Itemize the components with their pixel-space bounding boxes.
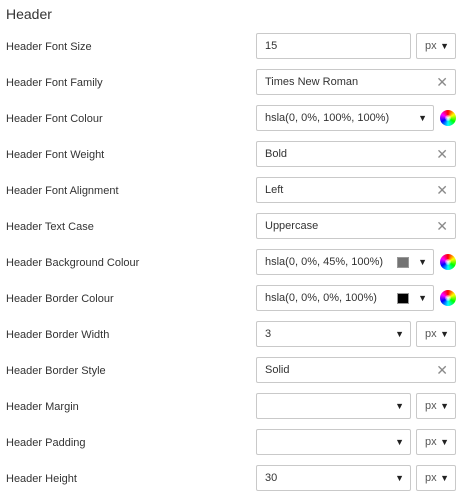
header-background-colour-value: hsla(0, 0%, 45%, 100%) — [265, 256, 384, 268]
header-border-width-select[interactable]: 3 ▼ — [256, 321, 411, 347]
header-font-family-value: Times New Roman — [265, 76, 359, 88]
header-margin-select[interactable]: ▼ — [256, 393, 411, 419]
color-wheel-icon[interactable] — [440, 110, 456, 126]
header-background-colour-label: Header Background Colour — [6, 257, 140, 269]
header-border-style-value: Solid — [265, 364, 290, 376]
header-border-colour-value: hsla(0, 0%, 0%, 100%) — [265, 292, 377, 304]
row-header-border-colour: Header Border Colour hsla(0, 0%, 0%, 100… — [0, 285, 465, 313]
header-background-colour-select[interactable]: hsla(0, 0%, 45%, 100%) ▼ — [256, 249, 434, 275]
chevron-down-icon: ▼ — [418, 293, 427, 303]
header-height-label: Header Height — [6, 473, 77, 485]
header-text-case-value: Uppercase — [265, 220, 319, 232]
row-header-margin: Header Margin ▼ px ▼ — [0, 393, 465, 421]
header-text-case-input[interactable]: Uppercase ✕ — [256, 213, 456, 239]
row-header-height: Header Height 30 ▼ px ▼ — [0, 465, 465, 493]
row-header-font-alignment: Header Font Alignment Left ✕ — [0, 177, 465, 205]
header-font-weight-label: Header Font Weight — [6, 149, 105, 161]
chevron-down-icon: ▼ — [440, 437, 449, 447]
color-swatch — [397, 293, 409, 304]
chevron-down-icon: ▼ — [395, 401, 404, 411]
clear-icon[interactable]: ✕ — [436, 358, 448, 382]
chevron-down-icon: ▼ — [395, 329, 404, 339]
header-padding-unit-select[interactable]: px ▼ — [416, 429, 456, 455]
row-header-border-style: Header Border Style Solid ✕ — [0, 357, 465, 385]
header-font-alignment-value: Left — [265, 184, 284, 196]
row-header-font-weight: Header Font Weight Bold ✕ — [0, 141, 465, 169]
header-font-weight-value: Bold — [265, 148, 288, 160]
header-font-family-label: Header Font Family — [6, 77, 103, 89]
header-margin-label: Header Margin — [6, 401, 79, 413]
header-text-case-label: Header Text Case — [6, 221, 94, 233]
header-font-colour-label: Header Font Colour — [6, 113, 103, 125]
header-border-width-unit-select[interactable]: px ▼ — [416, 321, 456, 347]
header-font-colour-select[interactable]: hsla(0, 0%, 100%, 100%) ▼ — [256, 105, 434, 131]
row-header-background-colour: Header Background Colour hsla(0, 0%, 45%… — [0, 249, 465, 277]
header-border-width-unit-value: px — [425, 328, 437, 340]
header-margin-unit-select[interactable]: px ▼ — [416, 393, 456, 419]
header-height-select[interactable]: 30 ▼ — [256, 465, 411, 491]
header-padding-label: Header Padding — [6, 437, 86, 449]
header-font-size-unit-value: px — [425, 40, 437, 52]
chevron-down-icon: ▼ — [440, 329, 449, 339]
header-font-size-unit-select[interactable]: px ▼ — [416, 33, 456, 59]
header-font-alignment-label: Header Font Alignment — [6, 185, 119, 197]
row-header-padding: Header Padding ▼ px ▼ — [0, 429, 465, 457]
clear-icon[interactable]: ✕ — [436, 178, 448, 202]
clear-icon[interactable]: ✕ — [436, 214, 448, 238]
header-font-alignment-input[interactable]: Left ✕ — [256, 177, 456, 203]
header-font-size-label: Header Font Size — [6, 41, 92, 53]
header-border-style-input[interactable]: Solid ✕ — [256, 357, 456, 383]
header-margin-unit-value: px — [425, 400, 437, 412]
row-header-font-colour: Header Font Colour hsla(0, 0%, 100%, 100… — [0, 105, 465, 133]
header-border-width-label: Header Border Width — [6, 329, 110, 341]
header-settings-panel: Header Header Font Size 15 px ▼ Header F… — [0, 0, 465, 497]
chevron-down-icon: ▼ — [440, 41, 449, 51]
chevron-down-icon: ▼ — [395, 473, 404, 483]
header-font-colour-value: hsla(0, 0%, 100%, 100%) — [265, 112, 390, 124]
row-header-border-width: Header Border Width 3 ▼ px ▼ — [0, 321, 465, 349]
header-border-colour-label: Header Border Colour — [6, 293, 114, 305]
header-height-value: 30 — [265, 472, 278, 484]
header-font-size-value: 15 — [265, 40, 278, 52]
color-wheel-icon[interactable] — [440, 254, 456, 270]
chevron-down-icon: ▼ — [440, 401, 449, 411]
header-padding-select[interactable]: ▼ — [256, 429, 411, 455]
header-font-family-input[interactable]: Times New Roman ✕ — [256, 69, 456, 95]
header-border-width-value: 3 — [265, 328, 272, 340]
clear-icon[interactable]: ✕ — [436, 142, 448, 166]
header-padding-unit-value: px — [425, 436, 437, 448]
chevron-down-icon: ▼ — [418, 113, 427, 123]
color-wheel-icon[interactable] — [440, 290, 456, 306]
header-height-unit-select[interactable]: px ▼ — [416, 465, 456, 491]
row-header-font-family: Header Font Family Times New Roman ✕ — [0, 69, 465, 97]
section-title: Header — [6, 6, 52, 22]
chevron-down-icon: ▼ — [440, 473, 449, 483]
clear-icon[interactable]: ✕ — [436, 70, 448, 94]
header-border-style-label: Header Border Style — [6, 365, 106, 377]
color-swatch — [397, 257, 409, 268]
chevron-down-icon: ▼ — [395, 437, 404, 447]
chevron-down-icon: ▼ — [418, 257, 427, 267]
header-font-weight-input[interactable]: Bold ✕ — [256, 141, 456, 167]
header-font-size-input[interactable]: 15 — [256, 33, 411, 59]
row-header-text-case: Header Text Case Uppercase ✕ — [0, 213, 465, 241]
header-height-unit-value: px — [425, 472, 437, 484]
row-header-font-size: Header Font Size 15 px ▼ — [0, 33, 465, 61]
header-border-colour-select[interactable]: hsla(0, 0%, 0%, 100%) ▼ — [256, 285, 434, 311]
